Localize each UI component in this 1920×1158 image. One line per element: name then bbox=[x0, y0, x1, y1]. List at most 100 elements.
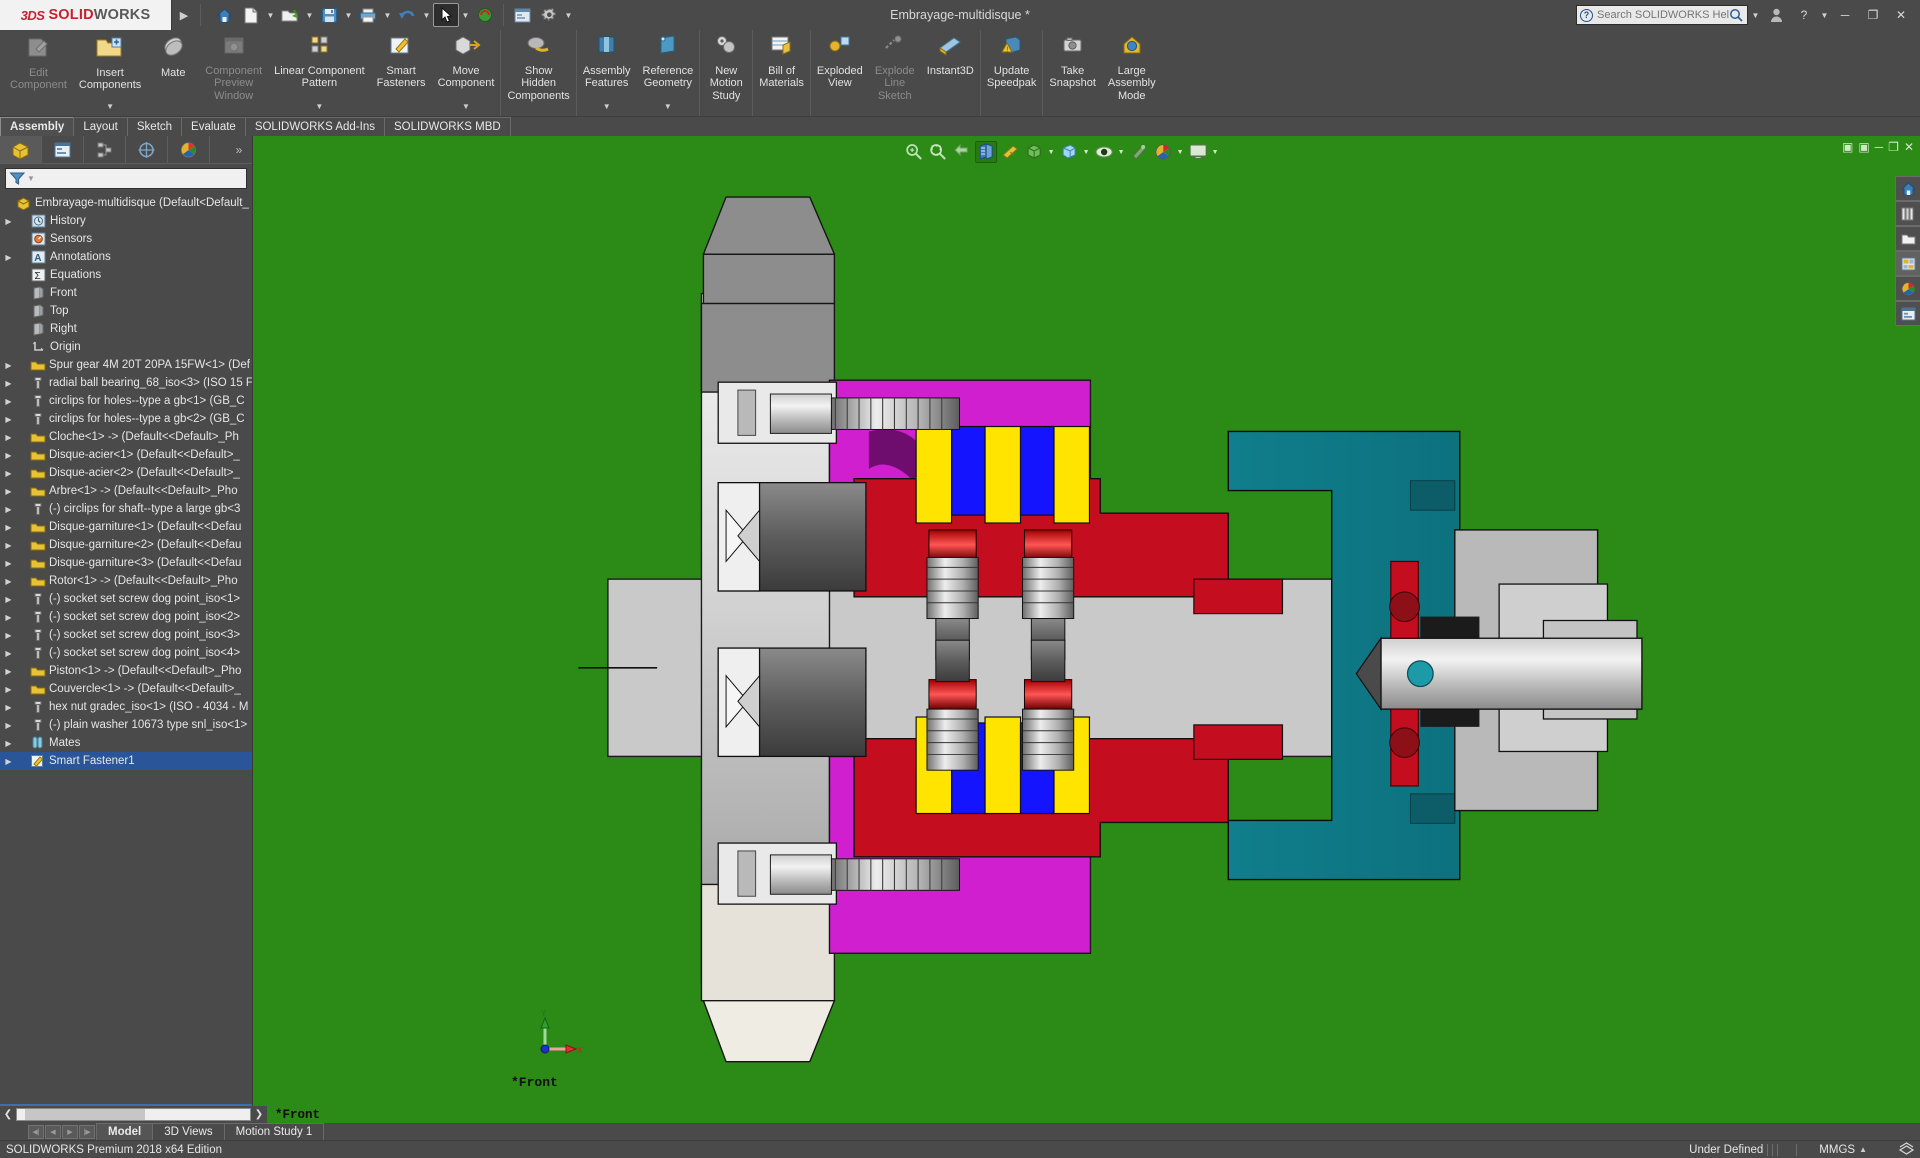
exploded-view-button[interactable]: Exploded View bbox=[811, 30, 869, 116]
tree-item-front-plane[interactable]: Front bbox=[0, 284, 252, 302]
tree-item-equations[interactable]: Σ Equations bbox=[0, 266, 252, 284]
rebuild-icon[interactable] bbox=[472, 3, 498, 27]
settings-caret-icon[interactable]: ▼ bbox=[563, 3, 574, 27]
tree-expand-arrow[interactable]: ▶ bbox=[2, 217, 15, 226]
solidworks-resources-icon[interactable] bbox=[1895, 176, 1920, 201]
tab-evaluate[interactable]: Evaluate bbox=[181, 117, 246, 136]
tree-expand-arrow[interactable]: ▶ bbox=[2, 487, 15, 496]
explode-line-sketch-button[interactable]: Explode Line Sketch bbox=[869, 30, 921, 116]
home-icon[interactable] bbox=[211, 3, 237, 27]
tree-expand-arrow[interactable]: ▶ bbox=[2, 361, 15, 370]
view-palette-icon[interactable] bbox=[1895, 251, 1920, 276]
tree-expand-arrow[interactable]: ▶ bbox=[2, 559, 15, 568]
design-library-icon[interactable] bbox=[1895, 201, 1920, 226]
tree-item-annotations[interactable]: ▶ A Annotations bbox=[0, 248, 252, 266]
menu-expand-arrow-icon[interactable]: ▶ bbox=[172, 0, 196, 30]
scroll-right-icon[interactable]: ❯ bbox=[251, 1109, 267, 1120]
feature-manager-design-tree-tab[interactable] bbox=[0, 136, 42, 163]
tab-solidworks-add-ins[interactable]: SOLIDWORKS Add-Ins bbox=[244, 117, 385, 136]
tree-item-fastener[interactable]: ▶ (-) plain washer 10673 type snl_iso<1> bbox=[0, 716, 252, 734]
search-caret-icon[interactable]: ▼ bbox=[1750, 3, 1761, 27]
tree-item-fastener[interactable]: ▶ (-) socket set screw dog point_iso<3> bbox=[0, 626, 252, 644]
tree-expand-arrow[interactable]: ▶ bbox=[2, 523, 15, 532]
previous-view-icon[interactable] bbox=[951, 141, 973, 163]
zoom-to-area-icon[interactable] bbox=[927, 141, 949, 163]
tree-item-assembly-root[interactable]: Embrayage-multidisque (Default<Default_ bbox=[0, 194, 252, 212]
assembly-features-button[interactable]: Assembly Features ▼ bbox=[577, 30, 637, 116]
file-explorer-icon[interactable] bbox=[1895, 226, 1920, 251]
edit-component-button[interactable]: Edit Component bbox=[4, 30, 73, 116]
tree-item-fastener[interactable]: ▶ (-) circlips for shaft--type a large gb… bbox=[0, 500, 252, 518]
tree-item-part[interactable]: ▶ Cloche<1> -> (Default<<Default>_Ph bbox=[0, 428, 252, 446]
display-monitor-icon[interactable] bbox=[1187, 141, 1209, 163]
tree-item-part[interactable]: ▶ Disque-acier<2> (Default<<Default>_ bbox=[0, 464, 252, 482]
tree-expand-arrow[interactable]: ▶ bbox=[2, 685, 15, 694]
help-icon[interactable]: ? bbox=[1791, 3, 1817, 27]
tree-expand-arrow[interactable]: ▶ bbox=[2, 541, 15, 550]
tree-item-top-plane[interactable]: Top bbox=[0, 302, 252, 320]
large-assembly-mode-button[interactable]: Large Assembly Mode bbox=[1102, 30, 1162, 116]
close-viewport-icon[interactable]: ✕ bbox=[1904, 140, 1914, 154]
view-orientation-icon[interactable] bbox=[999, 141, 1021, 163]
display-monitor-caret-icon[interactable]: ▼ bbox=[1211, 149, 1220, 156]
restore-viewport-icon[interactable]: ▣ bbox=[1842, 140, 1853, 154]
tree-item-part[interactable]: ▶ Disque-garniture<3> (Default<<Defau bbox=[0, 554, 252, 572]
smart-fasteners-button[interactable]: Smart Fasteners bbox=[371, 30, 432, 116]
take-snapshot-button[interactable]: Take Snapshot bbox=[1043, 30, 1101, 116]
undo-icon[interactable] bbox=[394, 3, 420, 27]
options-window-icon[interactable] bbox=[509, 3, 535, 27]
filter-caret-icon[interactable]: ▼ bbox=[27, 174, 35, 183]
tree-item-fastener[interactable]: ▶ (-) socket set screw dog point_iso<1> bbox=[0, 590, 252, 608]
tree-item-fastener[interactable]: ▶ circlips for holes--type a gb<2> (GB_C bbox=[0, 410, 252, 428]
tree-expand-arrow[interactable]: ▶ bbox=[2, 415, 15, 424]
tree-item-part[interactable]: ▶ Disque-garniture<2> (Default<<Defau bbox=[0, 536, 252, 554]
print-icon[interactable] bbox=[355, 3, 381, 27]
appearances-scenes-icon[interactable] bbox=[1895, 276, 1920, 301]
settings-gear-icon[interactable] bbox=[536, 3, 562, 27]
open-document-icon[interactable] bbox=[277, 3, 303, 27]
dimxpert-manager-tab[interactable] bbox=[126, 136, 168, 163]
assembly-features-caret-icon[interactable]: ▼ bbox=[603, 101, 611, 117]
tree-expand-arrow[interactable]: ▶ bbox=[2, 649, 15, 658]
tab-solidworks-mbd[interactable]: SOLIDWORKS MBD bbox=[383, 117, 511, 136]
user-account-icon[interactable] bbox=[1763, 3, 1789, 27]
tree-expand-arrow[interactable]: ▶ bbox=[2, 469, 15, 478]
display-style-caret-icon[interactable]: ▼ bbox=[1047, 149, 1056, 156]
update-speedpak-button[interactable]: ! Update Speedpak bbox=[981, 30, 1043, 116]
linear-component-pattern-caret-icon[interactable]: ▼ bbox=[315, 101, 323, 117]
restore-icon[interactable]: ❐ bbox=[1860, 3, 1886, 27]
minimize-viewport-icon[interactable]: ─ bbox=[1875, 140, 1884, 154]
tree-expand-arrow[interactable]: ▶ bbox=[2, 253, 15, 262]
move-component-button[interactable]: Move Component ▼ bbox=[432, 30, 501, 116]
doc-tab-model[interactable]: Model bbox=[96, 1123, 154, 1140]
hide-show-items-icon[interactable] bbox=[1058, 141, 1080, 163]
show-hidden-components-button[interactable]: Show Hidden Components bbox=[501, 30, 575, 116]
units-caret-icon[interactable]: ▲ bbox=[1859, 1145, 1867, 1154]
tree-item-sensors[interactable]: Sensors bbox=[0, 230, 252, 248]
tree-item-part[interactable]: ▶ Couvercle<1> -> (Default<<Default>_ bbox=[0, 680, 252, 698]
tile-viewport-icon[interactable]: ▣ bbox=[1858, 140, 1869, 154]
next-frame-icon[interactable]: ▶ bbox=[62, 1124, 78, 1139]
doc-tab-3d-views[interactable]: 3D Views bbox=[152, 1123, 225, 1140]
tree-expand-arrow[interactable]: ▶ bbox=[2, 757, 15, 766]
tree-item-part[interactable]: ▶ Arbre<1> -> (Default<<Default>_Pho bbox=[0, 482, 252, 500]
tree-item-part[interactable]: ▶ Disque-garniture<1> (Default<<Defau bbox=[0, 518, 252, 536]
tree-expand-arrow[interactable]: ▶ bbox=[2, 433, 15, 442]
last-frame-icon[interactable]: |▶ bbox=[79, 1124, 95, 1139]
tree-item-fastener[interactable]: ▶ circlips for holes--type a gb<1> (GB_C bbox=[0, 392, 252, 410]
search-input[interactable] bbox=[1593, 9, 1729, 21]
first-frame-icon[interactable]: ◀| bbox=[28, 1124, 44, 1139]
linear-component-pattern-button[interactable]: Linear Component Pattern ▼ bbox=[268, 30, 371, 116]
insert-components-caret-icon[interactable]: ▼ bbox=[106, 101, 114, 117]
feature-manager-collapse-icon[interactable]: » bbox=[226, 136, 252, 163]
minimize-icon[interactable]: ─ bbox=[1832, 3, 1858, 27]
horizontal-scroll-track[interactable] bbox=[16, 1108, 251, 1121]
tree-item-part[interactable]: ▶ Spur gear 4M 20T 20PA 15FW<1> (Def bbox=[0, 356, 252, 374]
tree-item-part[interactable]: ▶ Piston<1> -> (Default<<Default>_Pho bbox=[0, 662, 252, 680]
mate-button[interactable]: Mate bbox=[147, 30, 199, 116]
tree-item-fastener[interactable]: ▶ radial ball bearing_68_iso<3> (ISO 15 F bbox=[0, 374, 252, 392]
tree-expand-arrow[interactable]: ▶ bbox=[2, 577, 15, 586]
edit-appearance-icon[interactable] bbox=[1093, 141, 1115, 163]
bill-of-materials-button[interactable]: Bill of Materials bbox=[753, 30, 810, 116]
tree-item-fastener[interactable]: ▶ hex nut gradec_iso<1> (ISO - 4034 - M bbox=[0, 698, 252, 716]
